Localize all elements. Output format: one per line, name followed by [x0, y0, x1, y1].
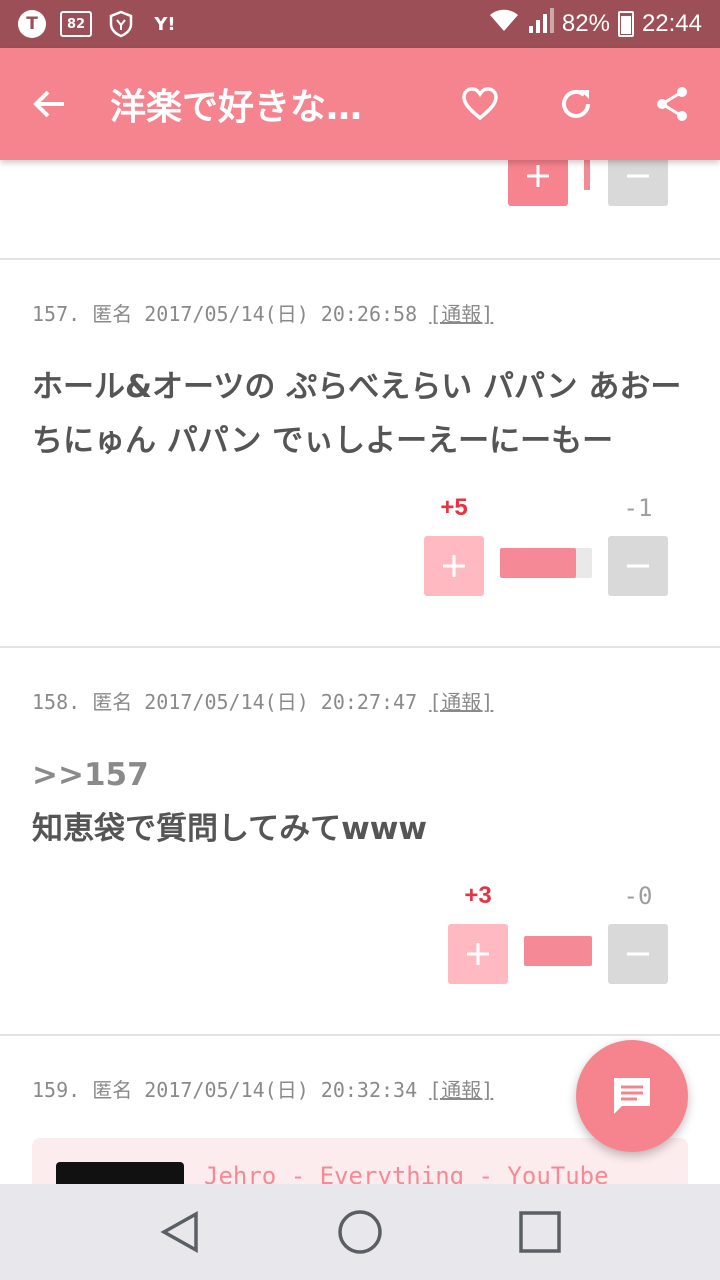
- plus-icon: [527, 165, 549, 187]
- plus-count: +5: [440, 494, 468, 521]
- vote-ratio-fill: [524, 936, 592, 966]
- battery-icon: [617, 11, 634, 37]
- post-body: ホール&オーツの ぷらべえらい パパン あおーちにゅん パパン でぃしよーえーに…: [32, 369, 682, 459]
- circle-home-icon: [338, 1210, 382, 1254]
- comment-icon: [614, 1078, 650, 1114]
- home-nav-button[interactable]: [320, 1192, 400, 1272]
- share-button[interactable]: [624, 48, 720, 160]
- vote-ratio-fill: [500, 548, 577, 578]
- post-number: 159.: [32, 1078, 81, 1102]
- triangle-back-icon: [160, 1211, 198, 1253]
- youtube-link-card[interactable]: Jehro - Everything - YouTube: [32, 1138, 688, 1184]
- heart-icon: [462, 87, 498, 121]
- post-date: 2017/05/14(日) 20:32:34: [144, 1078, 418, 1102]
- minus-vote-button[interactable]: [608, 160, 668, 206]
- recents-nav-button[interactable]: [500, 1192, 580, 1272]
- square-recents-icon: [519, 1211, 561, 1253]
- plus-icon: [443, 555, 465, 577]
- minus-count: -1: [623, 494, 653, 522]
- post-meta: 157. 匿名 2017/05/14(日) 20:26:58 [通報]: [32, 298, 493, 327]
- favorite-button[interactable]: [432, 48, 528, 160]
- clock: 22:44: [641, 10, 702, 37]
- minus-vote-button[interactable]: [608, 924, 668, 984]
- status-bar: T 82 Y! 82% 22:44: [0, 0, 720, 48]
- system-nav-bar: [0, 1184, 720, 1280]
- app-box-icon: 82: [60, 11, 92, 37]
- vote-ratio-bar: [500, 548, 592, 578]
- link-title[interactable]: Jehro - Everything - YouTube: [204, 1162, 609, 1184]
- post-number: 158.: [32, 690, 81, 714]
- share-icon: [657, 87, 687, 121]
- post-text: 知恵袋で質問してみてwww: [32, 811, 427, 847]
- comment-fab-button[interactable]: [576, 1040, 688, 1152]
- arrow-left-icon: [33, 90, 64, 118]
- anchor-link[interactable]: >>157: [32, 748, 692, 802]
- minus-count: -0: [623, 882, 653, 910]
- t-circle-icon: T: [18, 10, 46, 38]
- signal-icon: [528, 7, 554, 41]
- battery-percent: 82%: [561, 10, 610, 37]
- post-meta: 158. 匿名 2017/05/14(日) 20:27:47 [通報]: [32, 686, 493, 715]
- report-link[interactable]: [通報]: [429, 1078, 493, 1102]
- divider: [0, 1034, 720, 1036]
- divider: [0, 646, 720, 648]
- refresh-icon: [562, 89, 590, 118]
- comment-list: 157. 匿名 2017/05/14(日) 20:26:58 [通報] ホール&…: [0, 160, 720, 1184]
- report-link[interactable]: [通報]: [429, 302, 493, 326]
- report-link[interactable]: [通報]: [429, 690, 493, 714]
- refresh-button[interactable]: [528, 48, 624, 160]
- post-date: 2017/05/14(日) 20:27:47: [144, 690, 418, 714]
- back-nav-button[interactable]: [140, 1192, 220, 1272]
- post-number: 157.: [32, 302, 81, 326]
- post-meta: 159. 匿名 2017/05/14(日) 20:32:34 [通報]: [32, 1074, 493, 1103]
- yahoo-icon: Y!: [154, 13, 176, 35]
- back-button[interactable]: [0, 48, 100, 160]
- post-date: 2017/05/14(日) 20:26:58: [144, 302, 418, 326]
- app-bar: 洋楽で好きな…: [0, 48, 720, 160]
- plus-vote-button[interactable]: [448, 924, 508, 984]
- plus-vote-button[interactable]: [424, 536, 484, 596]
- wifi-icon: [488, 9, 520, 40]
- post-author: 匿名: [92, 302, 133, 326]
- minus-vote-button[interactable]: [608, 536, 668, 596]
- divider: [0, 258, 720, 260]
- video-thumbnail: [56, 1162, 184, 1184]
- plus-vote-button[interactable]: [508, 160, 568, 206]
- post-body: >>157 知恵袋で質問してみてwww: [32, 748, 692, 856]
- shield-y-icon: [106, 10, 136, 38]
- minus-icon: [627, 952, 649, 956]
- minus-icon: [627, 174, 649, 178]
- post-author: 匿名: [92, 1078, 133, 1102]
- vote-ratio-bar: [524, 936, 592, 966]
- minus-icon: [627, 564, 649, 568]
- page-title: 洋楽で好きな…: [110, 87, 363, 128]
- plus-icon: [467, 943, 489, 965]
- plus-count: +3: [464, 882, 492, 909]
- vote-ratio-bar: [584, 160, 590, 190]
- post-author: 匿名: [92, 690, 133, 714]
